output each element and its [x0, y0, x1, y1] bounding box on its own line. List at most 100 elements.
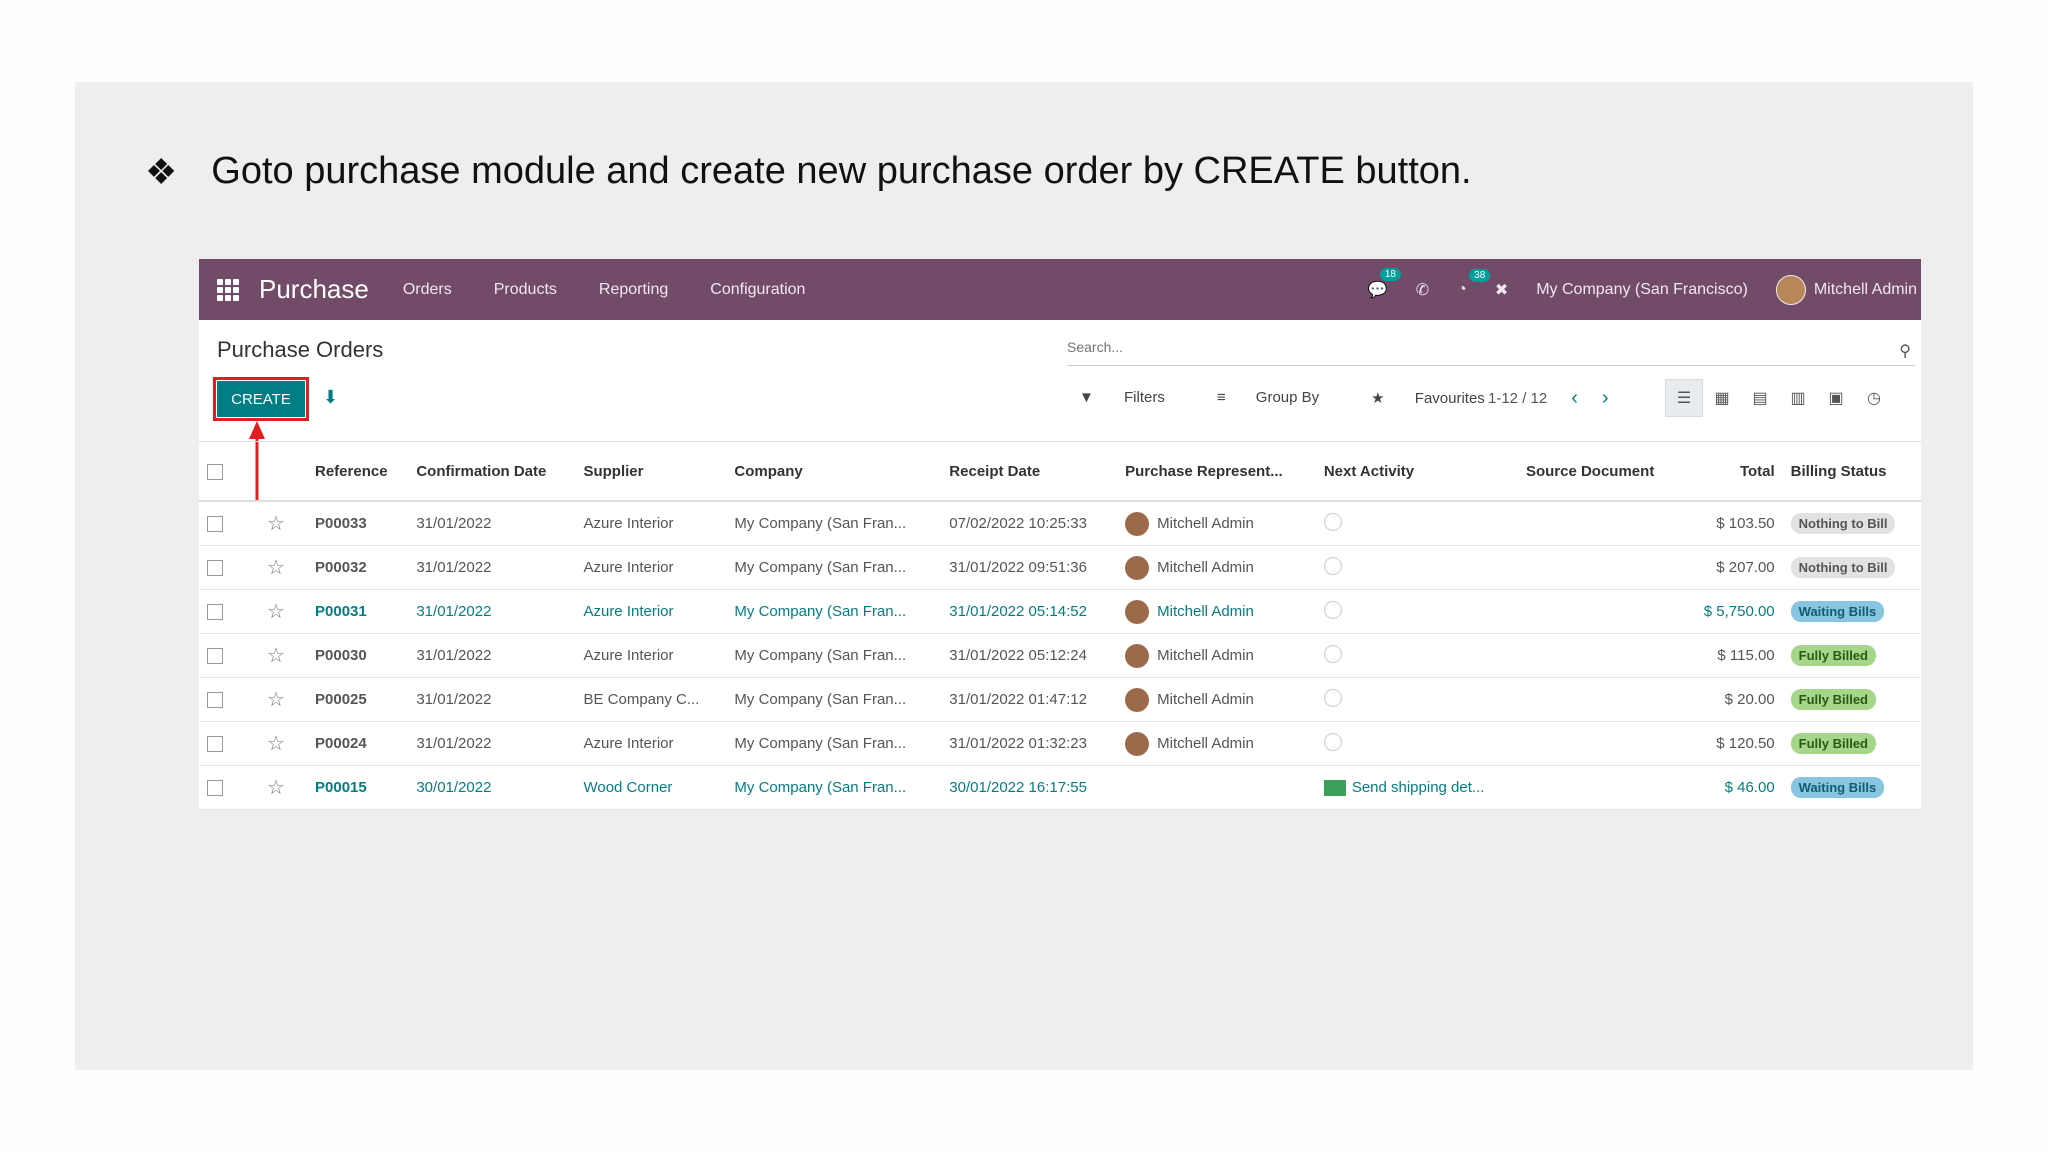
next-activity-cell — [1315, 545, 1518, 590]
header-company[interactable]: Company — [726, 441, 942, 502]
menu-orders[interactable]: Orders — [403, 281, 452, 299]
receipt-date: 31/01/2022 05:14:52 — [941, 589, 1118, 634]
pivot-view-icon[interactable]: ▤ — [1741, 379, 1779, 417]
app-title[interactable]: Purchase — [259, 274, 369, 305]
filters-dropdown[interactable]: ▼ Filters — [1079, 389, 1191, 407]
pager-value[interactable]: 1-12 / 12 — [1488, 390, 1547, 407]
menu-products[interactable]: Products — [494, 281, 557, 299]
activity-clock-icon[interactable] — [1323, 556, 1342, 575]
representative-cell: Mitchell Admin — [1117, 589, 1316, 634]
list-view-icon[interactable]: ☰ — [1665, 379, 1703, 417]
table-row[interactable]: ☆ P00015 30/01/2022 Wood Corner My Compa… — [199, 765, 1921, 810]
apps-menu-icon[interactable] — [217, 278, 239, 301]
table-row[interactable]: ☆ P00031 31/01/2022 Azure Interior My Co… — [199, 589, 1921, 634]
representative: Mitchell Admin — [1157, 646, 1254, 664]
graph-view-icon[interactable]: ▥ — [1779, 379, 1817, 417]
phone-icon[interactable]: ✆ — [1416, 280, 1429, 300]
search-icon[interactable]: ⚲ — [1899, 341, 1911, 361]
chat-icon[interactable]: 💬 18 — [1368, 267, 1401, 300]
slide-background: ❖ Goto purchase module and create new pu… — [75, 82, 1973, 1070]
user-menu[interactable]: Mitchell Admin — [1775, 274, 1917, 305]
activity-view-icon[interactable]: ◷ — [1855, 379, 1893, 417]
pager-next-icon[interactable]: › — [1602, 387, 1609, 410]
priority-star-icon[interactable]: ☆ — [267, 777, 285, 799]
activity-clock-icon[interactable] — [1323, 644, 1342, 663]
table-row[interactable]: ☆ P00032 31/01/2022 Azure Interior My Co… — [199, 545, 1921, 590]
calendar-view-icon[interactable]: ▣ — [1817, 379, 1855, 417]
representative: Mitchell Admin — [1157, 602, 1254, 620]
row-checkbox[interactable] — [207, 560, 223, 577]
menu-reporting[interactable]: Reporting — [599, 281, 668, 299]
next-activity-cell — [1315, 677, 1518, 722]
company: My Company (San Fran... — [726, 765, 942, 810]
representative-cell: Mitchell Admin — [1117, 721, 1316, 766]
select-all-checkbox[interactable] — [207, 463, 223, 480]
activity-clock-icon[interactable] — [1323, 688, 1342, 707]
row-checkbox[interactable] — [207, 604, 223, 621]
activity-clock-icon[interactable] — [1323, 600, 1342, 619]
representative-cell: Mitchell Admin — [1117, 545, 1316, 590]
header-source-document[interactable]: Source Document — [1517, 441, 1684, 502]
activity-clock-icon[interactable] — [1323, 512, 1342, 531]
source-document — [1517, 765, 1684, 810]
priority-star-icon[interactable]: ☆ — [267, 601, 285, 623]
table-row[interactable]: ☆ P00030 31/01/2022 Azure Interior My Co… — [199, 633, 1921, 678]
priority-star-icon[interactable]: ☆ — [267, 557, 285, 579]
table-row[interactable]: ☆ P00024 31/01/2022 Azure Interior My Co… — [199, 721, 1921, 766]
create-button[interactable]: CREATE — [217, 381, 305, 417]
kanban-view-icon[interactable]: ▦ — [1703, 379, 1741, 417]
avatar — [1125, 599, 1150, 624]
row-checkbox[interactable] — [207, 736, 223, 753]
activity-clock-icon[interactable]: ◔ 38 — [1457, 268, 1491, 299]
activity-clock-icon[interactable] — [1323, 732, 1342, 751]
header-receipt-date[interactable]: Receipt Date — [941, 441, 1118, 502]
pager-previous-icon[interactable]: ‹ — [1571, 387, 1578, 410]
download-icon[interactable]: ⬇ — [323, 387, 338, 408]
header-billing-status[interactable]: Billing Status — [1782, 441, 1921, 502]
group-by-dropdown[interactable]: ≡ Group By — [1217, 389, 1345, 407]
menu-configuration[interactable]: Configuration — [710, 281, 805, 299]
header-next-activity[interactable]: Next Activity — [1315, 441, 1518, 502]
representative-cell: Mitchell Admin — [1117, 501, 1316, 546]
reference: P00031 — [307, 589, 409, 634]
confirmation-date: 31/01/2022 — [408, 545, 576, 590]
table-row[interactable]: ☆ P00033 31/01/2022 Azure Interior My Co… — [199, 501, 1921, 546]
row-checkbox[interactable] — [207, 648, 223, 665]
status-badge: Waiting Bills — [1790, 777, 1885, 798]
reference: P00015 — [307, 765, 409, 810]
confirmation-date: 31/01/2022 — [408, 501, 576, 546]
header-total[interactable]: Total — [1683, 441, 1783, 502]
company-switcher[interactable]: My Company (San Francisco) — [1536, 281, 1748, 299]
avatar — [1125, 687, 1150, 712]
row-checkbox[interactable] — [207, 692, 223, 709]
source-document — [1517, 633, 1684, 678]
priority-star-icon[interactable]: ☆ — [267, 645, 285, 667]
header-confirmation-date[interactable]: Confirmation Date — [408, 441, 576, 502]
source-document — [1517, 545, 1684, 590]
table-row[interactable]: ☆ P00025 31/01/2022 BE Company C... My C… — [199, 677, 1921, 722]
search-input[interactable] — [1067, 335, 1867, 359]
total: $ 103.50 — [1683, 501, 1783, 546]
source-document — [1517, 677, 1684, 722]
header-supplier[interactable]: Supplier — [575, 441, 727, 502]
priority-star-icon[interactable]: ☆ — [267, 733, 285, 755]
list-icon: ≡ — [1216, 389, 1230, 406]
row-checkbox[interactable] — [207, 780, 223, 797]
status-badge: Nothing to Bill — [1790, 513, 1896, 534]
priority-star-icon[interactable]: ☆ — [267, 689, 285, 711]
purchase-orders-table: Reference Confirmation Date Supplier Com… — [199, 441, 1921, 810]
billing-status-cell: Fully Billed — [1782, 677, 1921, 722]
header-reference[interactable]: Reference — [307, 441, 409, 502]
next-activity-cell — [1315, 721, 1518, 766]
priority-star-icon[interactable]: ☆ — [267, 513, 285, 535]
header-purchase-representative[interactable]: Purchase Represent... — [1117, 441, 1316, 502]
row-checkbox[interactable] — [207, 516, 223, 533]
star-icon: ★ — [1371, 390, 1389, 407]
filter-icon: ▼ — [1079, 389, 1099, 406]
company: My Company (San Fran... — [726, 545, 942, 590]
source-document — [1517, 721, 1684, 766]
next-activity-text[interactable]: Send shipping det... — [1352, 779, 1485, 796]
total: $ 120.50 — [1683, 721, 1783, 766]
supplier: Azure Interior — [575, 721, 727, 766]
debug-tools-icon[interactable]: ✖ — [1495, 280, 1508, 300]
